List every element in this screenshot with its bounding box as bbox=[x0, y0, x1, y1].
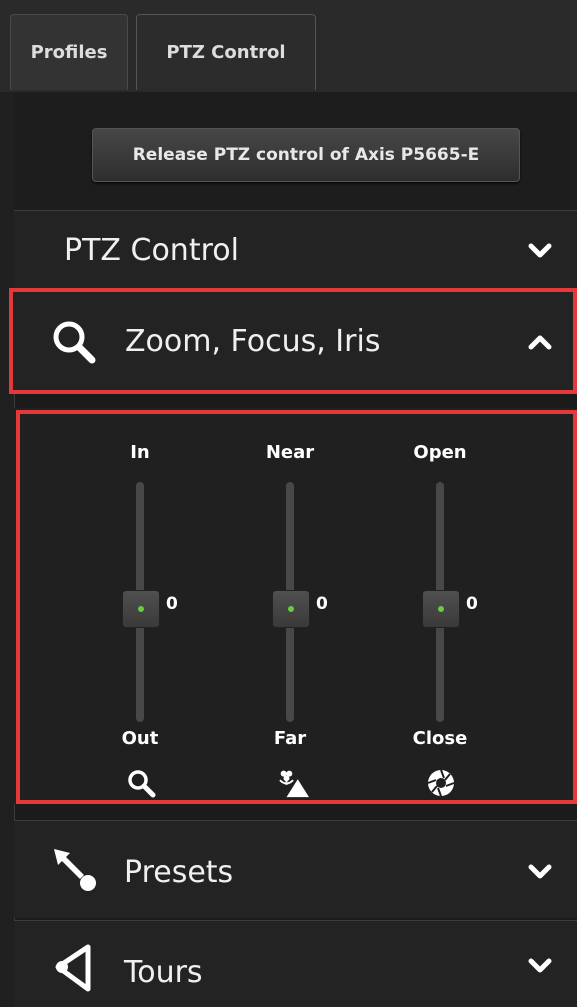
section-ptz-control-label: PTZ Control bbox=[64, 233, 239, 268]
release-area: Release PTZ control of Axis P5665-E bbox=[14, 92, 577, 210]
tab-ptz-control[interactable]: PTZ Control bbox=[136, 14, 316, 90]
release-ptz-label: Release PTZ control of Axis P5665-E bbox=[132, 145, 480, 165]
tour-flag-icon bbox=[55, 944, 91, 992]
chevron-down-icon[interactable] bbox=[527, 953, 553, 979]
section-ptz-control[interactable]: PTZ Control bbox=[14, 210, 577, 290]
section-presets-label: Presets bbox=[124, 855, 234, 890]
section-zoom-focus-iris-label: Zoom, Focus, Iris bbox=[125, 324, 381, 359]
section-presets[interactable]: Presets bbox=[14, 820, 577, 918]
tab-bar: Profiles PTZ Control bbox=[0, 0, 577, 93]
tab-ptz-control-label: PTZ Control bbox=[166, 42, 286, 63]
section-zoom-focus-iris[interactable]: Zoom, Focus, Iris bbox=[9, 288, 577, 394]
preset-pointer-icon bbox=[54, 849, 96, 891]
zoom-focus-iris-highlight bbox=[16, 410, 577, 804]
release-ptz-button[interactable]: Release PTZ control of Axis P5665-E bbox=[92, 128, 520, 182]
tab-profiles[interactable]: Profiles bbox=[10, 14, 128, 90]
tab-profiles-label: Profiles bbox=[30, 42, 108, 63]
section-tours-label: Tours bbox=[124, 955, 203, 990]
chevron-down-icon[interactable] bbox=[527, 238, 553, 264]
ptz-panel: Profiles PTZ Control Release PTZ control… bbox=[0, 0, 577, 1007]
chevron-up-icon[interactable] bbox=[527, 329, 553, 355]
left-border bbox=[0, 92, 15, 1007]
magnifier-icon bbox=[53, 321, 96, 364]
chevron-down-icon[interactable] bbox=[527, 859, 553, 885]
section-tours[interactable]: Tours bbox=[14, 920, 577, 1007]
